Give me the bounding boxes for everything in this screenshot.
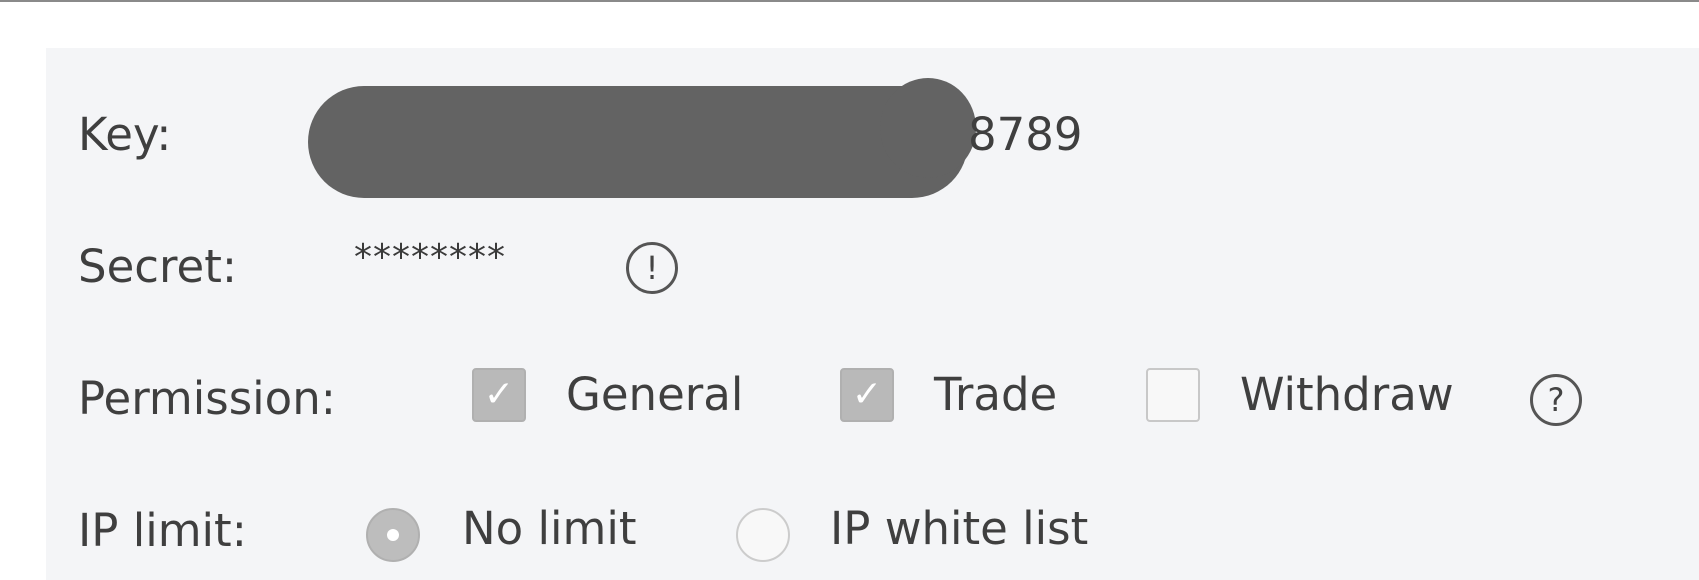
ip-limit-white-list-label[interactable]: IP white list (830, 506, 1088, 551)
key-value-suffix: 8789 (968, 108, 1083, 161)
secret-label: Secret: (78, 240, 237, 293)
secret-masked-value: ******** (354, 237, 506, 278)
permission-general-checkbox[interactable]: ✓ (472, 368, 526, 422)
question-glyph: ? (1547, 381, 1565, 419)
permission-label: Permission: (78, 372, 336, 425)
permission-withdraw-label[interactable]: Withdraw (1240, 372, 1454, 417)
key-label: Key: (78, 108, 172, 161)
question-circle-icon[interactable]: ? (1530, 374, 1582, 426)
permission-general-label[interactable]: General (566, 372, 743, 417)
ip-limit-label: IP limit: (78, 504, 247, 557)
permission-trade-checkbox[interactable]: ✓ (840, 368, 894, 422)
permission-trade-label[interactable]: Trade (934, 372, 1057, 417)
ip-limit-white-list-radio[interactable] (736, 508, 790, 562)
check-icon: ✓ (851, 374, 883, 415)
exclamation-glyph: ! (645, 249, 659, 287)
exclamation-circle-icon[interactable]: ! (626, 242, 678, 294)
ip-limit-no-limit-label[interactable]: No limit (462, 506, 637, 551)
key-redaction-mark-edge (880, 78, 976, 178)
permission-withdraw-checkbox[interactable] (1146, 368, 1200, 422)
ip-limit-no-limit-radio[interactable] (366, 508, 420, 562)
top-divider (0, 0, 1699, 2)
key-redaction-mark (308, 86, 968, 198)
check-icon: ✓ (483, 374, 515, 415)
